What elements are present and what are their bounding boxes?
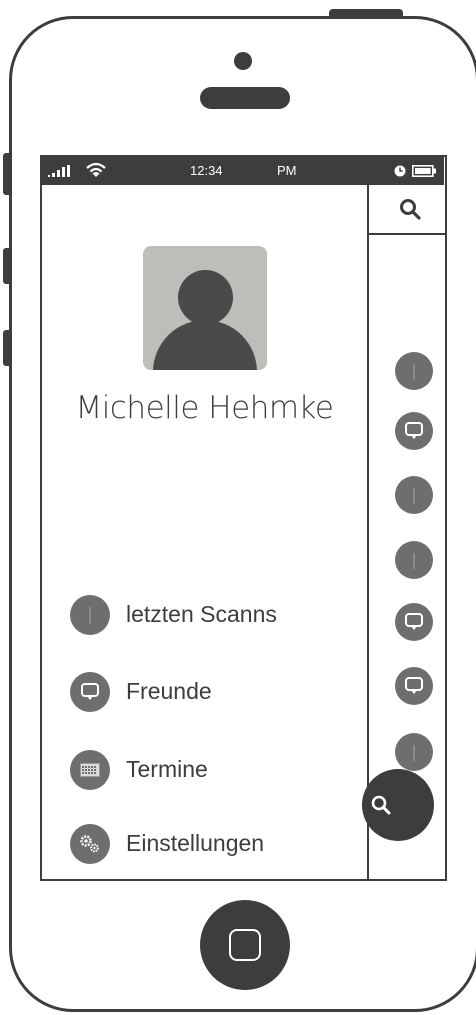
rail-info-icon[interactable] (395, 476, 433, 514)
menu-item-freunde[interactable]: Freunde (70, 670, 360, 714)
menu-item-einstellungen[interactable]: Einstellungen (70, 822, 360, 866)
chat-bubble-icon (70, 672, 110, 712)
status-time: 12:34 (190, 163, 223, 178)
gears-icon (70, 824, 110, 864)
navigation-drawer: Michelle Hehmke letzten Scanns Freunde T… (42, 185, 367, 879)
menu-item-label: Freunde (126, 678, 212, 704)
phone-screen: 12:34 PM Michelle Hehmke letzten Scanns … (40, 155, 447, 881)
menu-item-label: Termine (126, 756, 208, 782)
avatar-head (178, 270, 233, 325)
search-icon (400, 199, 421, 220)
rail-chat-bubble-icon[interactable] (395, 667, 433, 705)
info-icon (70, 595, 110, 635)
status-ampm: PM (277, 163, 297, 178)
search-icon (371, 795, 391, 815)
floating-search-button[interactable] (362, 769, 434, 841)
front-camera (234, 52, 252, 70)
rail-info-icon[interactable] (395, 733, 433, 771)
signal-strength-icon (48, 165, 70, 177)
menu-item-letzten-scanns[interactable]: letzten Scanns (70, 593, 360, 637)
wifi-icon (86, 162, 106, 177)
status-bar: 12:34 PM (42, 157, 444, 185)
menu-item-label: Einstellungen (126, 830, 265, 856)
home-square-icon (229, 929, 261, 961)
rail-info-icon[interactable] (395, 541, 433, 579)
avatar-silhouette (153, 320, 257, 370)
alarm-clock-icon (394, 165, 406, 177)
battery-icon (412, 165, 436, 177)
rail-chat-bubble-icon[interactable] (395, 603, 433, 641)
rail-info-icon[interactable] (395, 352, 433, 390)
avatar[interactable] (143, 246, 267, 370)
calendar-icon (70, 750, 110, 790)
menu-item-termine[interactable]: Termine (70, 748, 360, 792)
menu-item-label: letzten Scanns (126, 601, 277, 627)
rail-chat-bubble-icon[interactable] (395, 412, 433, 450)
rail-search-button[interactable] (369, 185, 445, 235)
earpiece-speaker (200, 87, 290, 109)
profile-name: Michelle Hehmke (75, 390, 334, 426)
